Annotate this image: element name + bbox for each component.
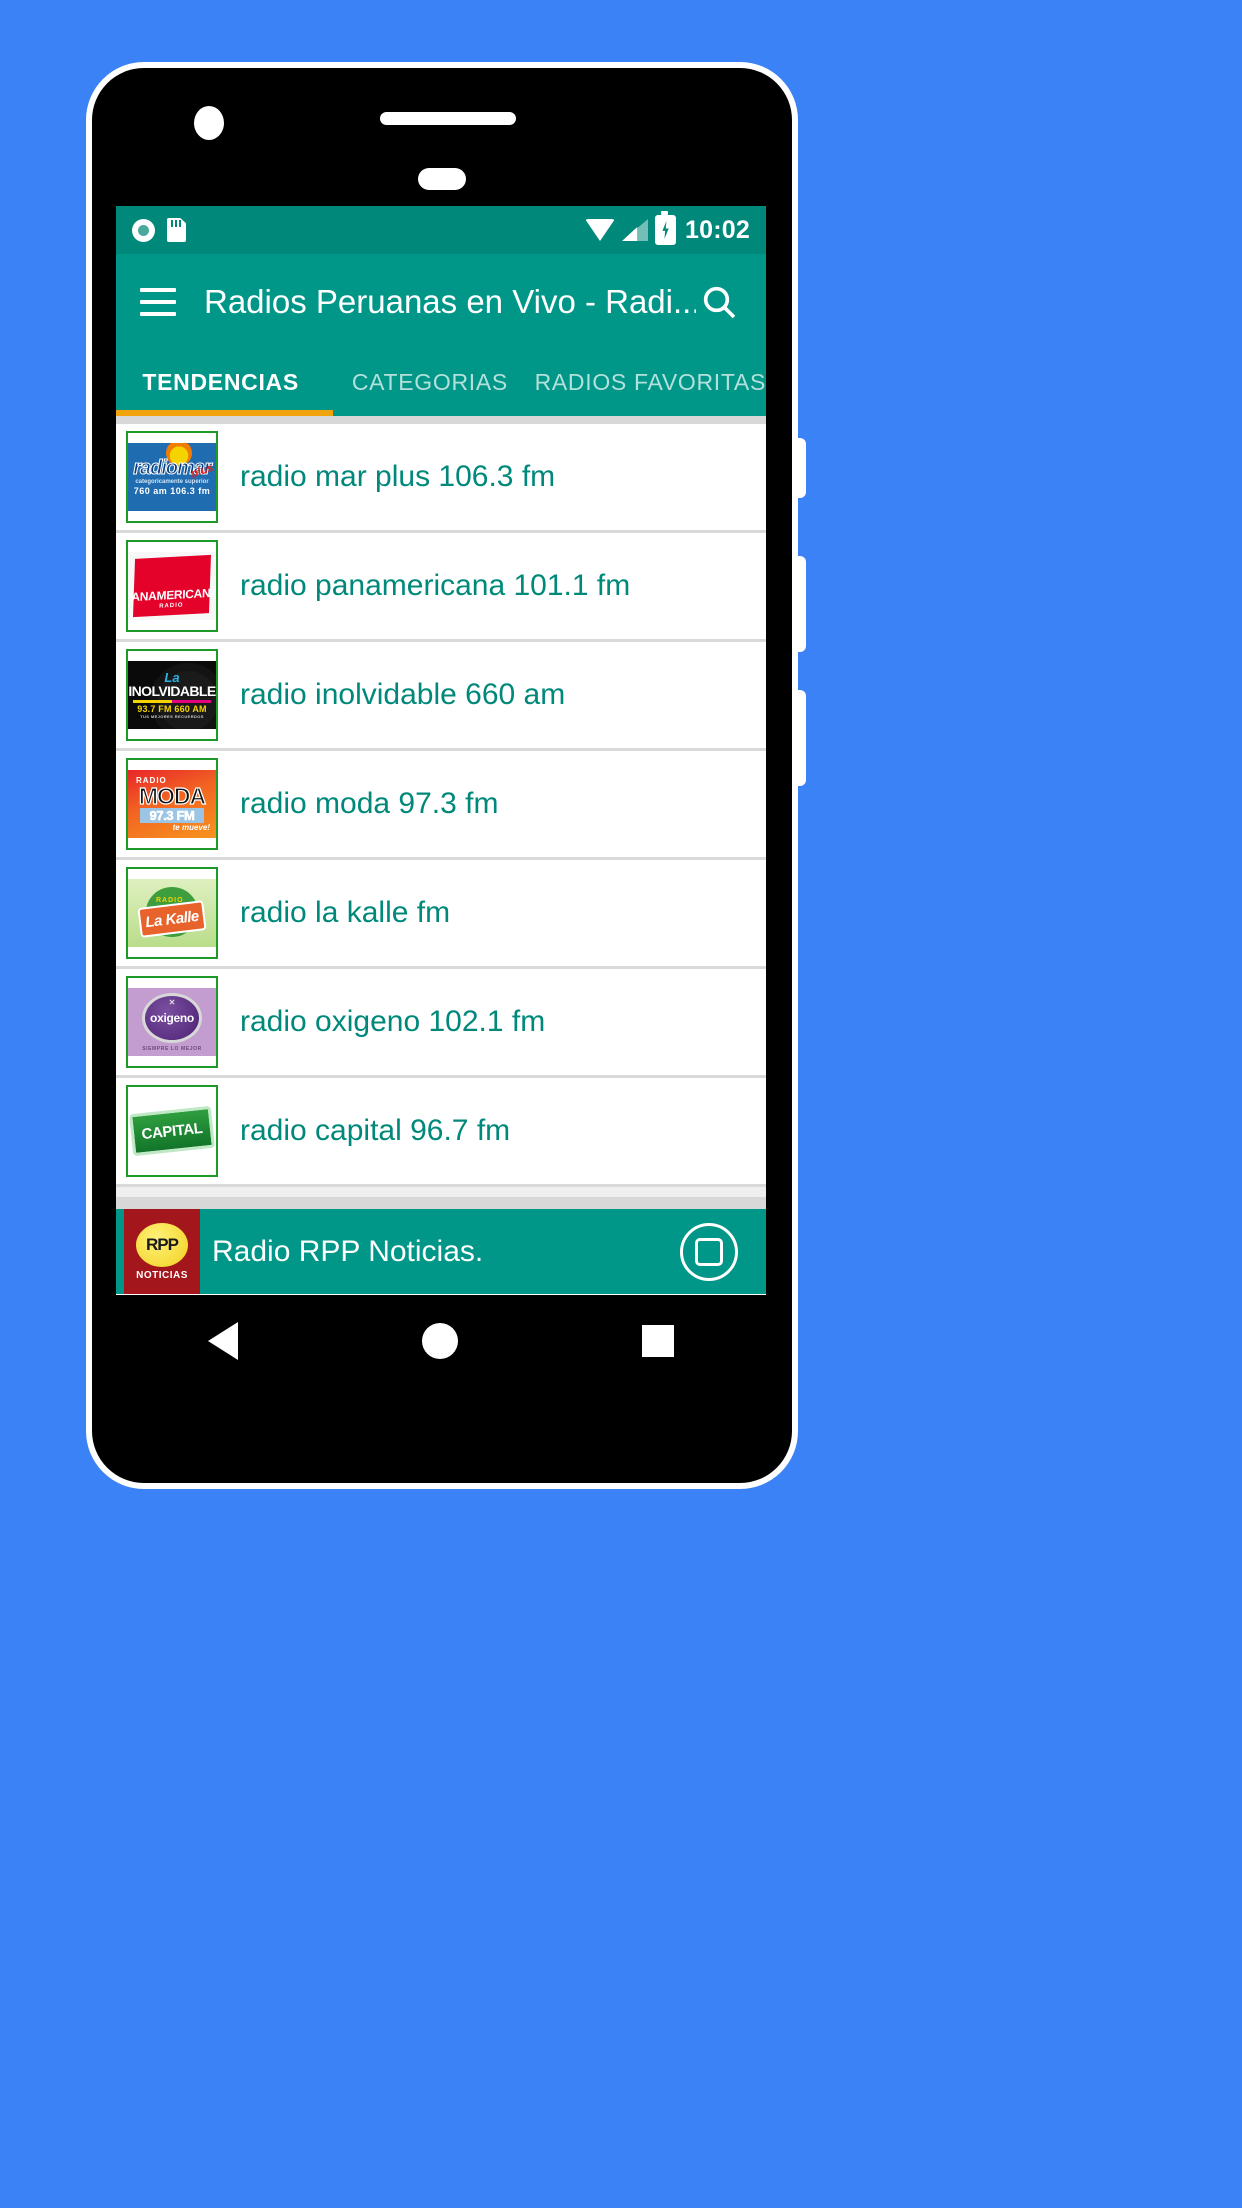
logo-text-sub: TUS MEJORES RECUERDOS — [140, 713, 204, 719]
back-triangle-icon[interactable] — [208, 1322, 238, 1360]
status-clock: 10:02 — [685, 215, 750, 244]
station-name: radio moda 97.3 fm — [240, 787, 499, 820]
logo-text-main: CAPITAL — [140, 1119, 204, 1143]
home-circle-icon[interactable] — [422, 1323, 458, 1359]
android-nav-bar — [116, 1295, 766, 1387]
tab-categorias[interactable]: CATEGORIAS — [325, 349, 534, 416]
tab-tendencias[interactable]: TENDENCIAS — [116, 349, 325, 416]
list-item[interactable]: RADIO La Kalle radio la kalle fm — [116, 860, 766, 969]
logo-text-freq: 97.3 FM — [139, 808, 205, 823]
station-list[interactable]: radiomar categoricamente superior 760 am… — [116, 424, 766, 1197]
logo-text-main: PANAMERICANA — [128, 585, 216, 605]
logo-text-main: INOLVIDABLE — [128, 682, 216, 699]
page-title: Radios Peruanas en Vivo - Radi... — [204, 282, 696, 320]
logo-text-freq: 760 am 106.3 fm — [133, 485, 211, 496]
tab-radios-favoritas[interactable]: RADIOS FAVORITAS — [535, 349, 766, 416]
list-top-divider — [116, 416, 766, 424]
recents-square-icon[interactable] — [642, 1325, 674, 1357]
logo-text-sub: SIEMPRE LO MEJOR — [142, 1045, 202, 1052]
oxigeno-logo: ✕ oxigeno SIEMPRE LO MEJOR — [126, 976, 218, 1068]
logo-text-main: oxigeno — [150, 1010, 194, 1025]
battery-charging-icon — [655, 211, 677, 245]
wifi-icon — [585, 219, 616, 241]
tab-active-indicator — [116, 410, 333, 416]
la-inolvidable-logo: La INOLVIDABLE 93.7 FM 660 AM TUS MEJORE… — [126, 649, 218, 741]
list-item[interactable]: PANAMERICANA RADIO radio panamericana 10… — [116, 533, 766, 642]
panamericana-logo: PANAMERICANA RADIO — [126, 540, 218, 632]
player-banner[interactable]: RPP NOTICIAS Radio RPP Noticias. — [116, 1209, 766, 1294]
phone-screen: 10:02 Radios Peruanas en Vivo - Radi... — [116, 206, 766, 1295]
logo-text-main: La Kalle — [144, 907, 200, 931]
list-item[interactable]: radiomar categoricamente superior 760 am… — [116, 424, 766, 533]
station-name: radio panamericana 101.1 fm — [240, 569, 631, 602]
la-kalle-logo: RADIO La Kalle — [126, 867, 218, 959]
station-name: radio oxigeno 102.1 fm — [240, 1005, 546, 1038]
tab-bar: TENDENCIAS CATEGORIAS RADIOS FAVORITAS — [116, 349, 766, 416]
phone-body: 10:02 Radios Peruanas en Vivo - Radi... — [92, 68, 792, 1483]
player-station-title: Radio RPP Noticias. — [212, 1234, 484, 1268]
list-item[interactable]: RADIO MODA 97.3 FM te mueve! radio moda … — [116, 751, 766, 860]
logo-text-main: MODA — [138, 783, 206, 809]
logo-text-tagline: te mueve! — [172, 823, 210, 832]
app-bar: Radios Peruanas en Vivo - Radi... — [116, 254, 766, 349]
earpiece-speaker — [380, 112, 516, 125]
radio-capital-logo: CAPITAL — [126, 1085, 218, 1177]
hamburger-menu-icon[interactable] — [140, 287, 176, 316]
logo-text-la: La — [164, 669, 180, 685]
logo-text-main: RPP — [146, 1234, 179, 1254]
rpp-noticias-logo: RPP NOTICIAS — [124, 1209, 200, 1294]
search-icon[interactable] — [696, 279, 742, 325]
radio-moda-logo: RADIO MODA 97.3 FM te mueve! — [126, 758, 218, 850]
status-bar-right-icons: 10:02 — [585, 211, 750, 245]
cellular-signal-icon — [622, 219, 649, 241]
list-item[interactable]: ✕ oxigeno SIEMPRE LO MEJOR radio oxigeno… — [116, 969, 766, 1078]
radiomar-plus-logo: radiomar categoricamente superior 760 am… — [126, 431, 218, 523]
station-name: radio inolvidable 660 am — [240, 678, 566, 711]
station-name: radio capital 96.7 fm — [240, 1114, 511, 1147]
list-item[interactable]: La INOLVIDABLE 93.7 FM 660 AM TUS MEJORE… — [116, 642, 766, 751]
station-name: radio mar plus 106.3 fm — [240, 460, 556, 493]
stop-button-icon[interactable] — [680, 1222, 738, 1281]
list-bottom-divider — [116, 1197, 766, 1209]
phone-frame: 10:02 Radios Peruanas en Vivo - Radi... — [86, 62, 798, 1489]
logo-text-freq: 93.7 FM 660 AM — [137, 703, 207, 714]
logo-text-sub: NOTICIAS — [136, 1269, 188, 1281]
disc-icon — [132, 218, 155, 242]
status-bar: 10:02 — [116, 206, 766, 254]
logo-text-sub: RADIO — [159, 602, 184, 610]
list-item[interactable]: CAPITAL radio capital 96.7 fm — [116, 1078, 766, 1187]
front-camera-icon — [194, 106, 224, 140]
status-bar-left-icons — [132, 218, 186, 242]
proximity-sensor — [418, 168, 466, 190]
station-name: radio la kalle fm — [240, 896, 451, 929]
logo-cross-icon: ✕ — [168, 998, 176, 1007]
sd-card-icon — [167, 218, 186, 242]
